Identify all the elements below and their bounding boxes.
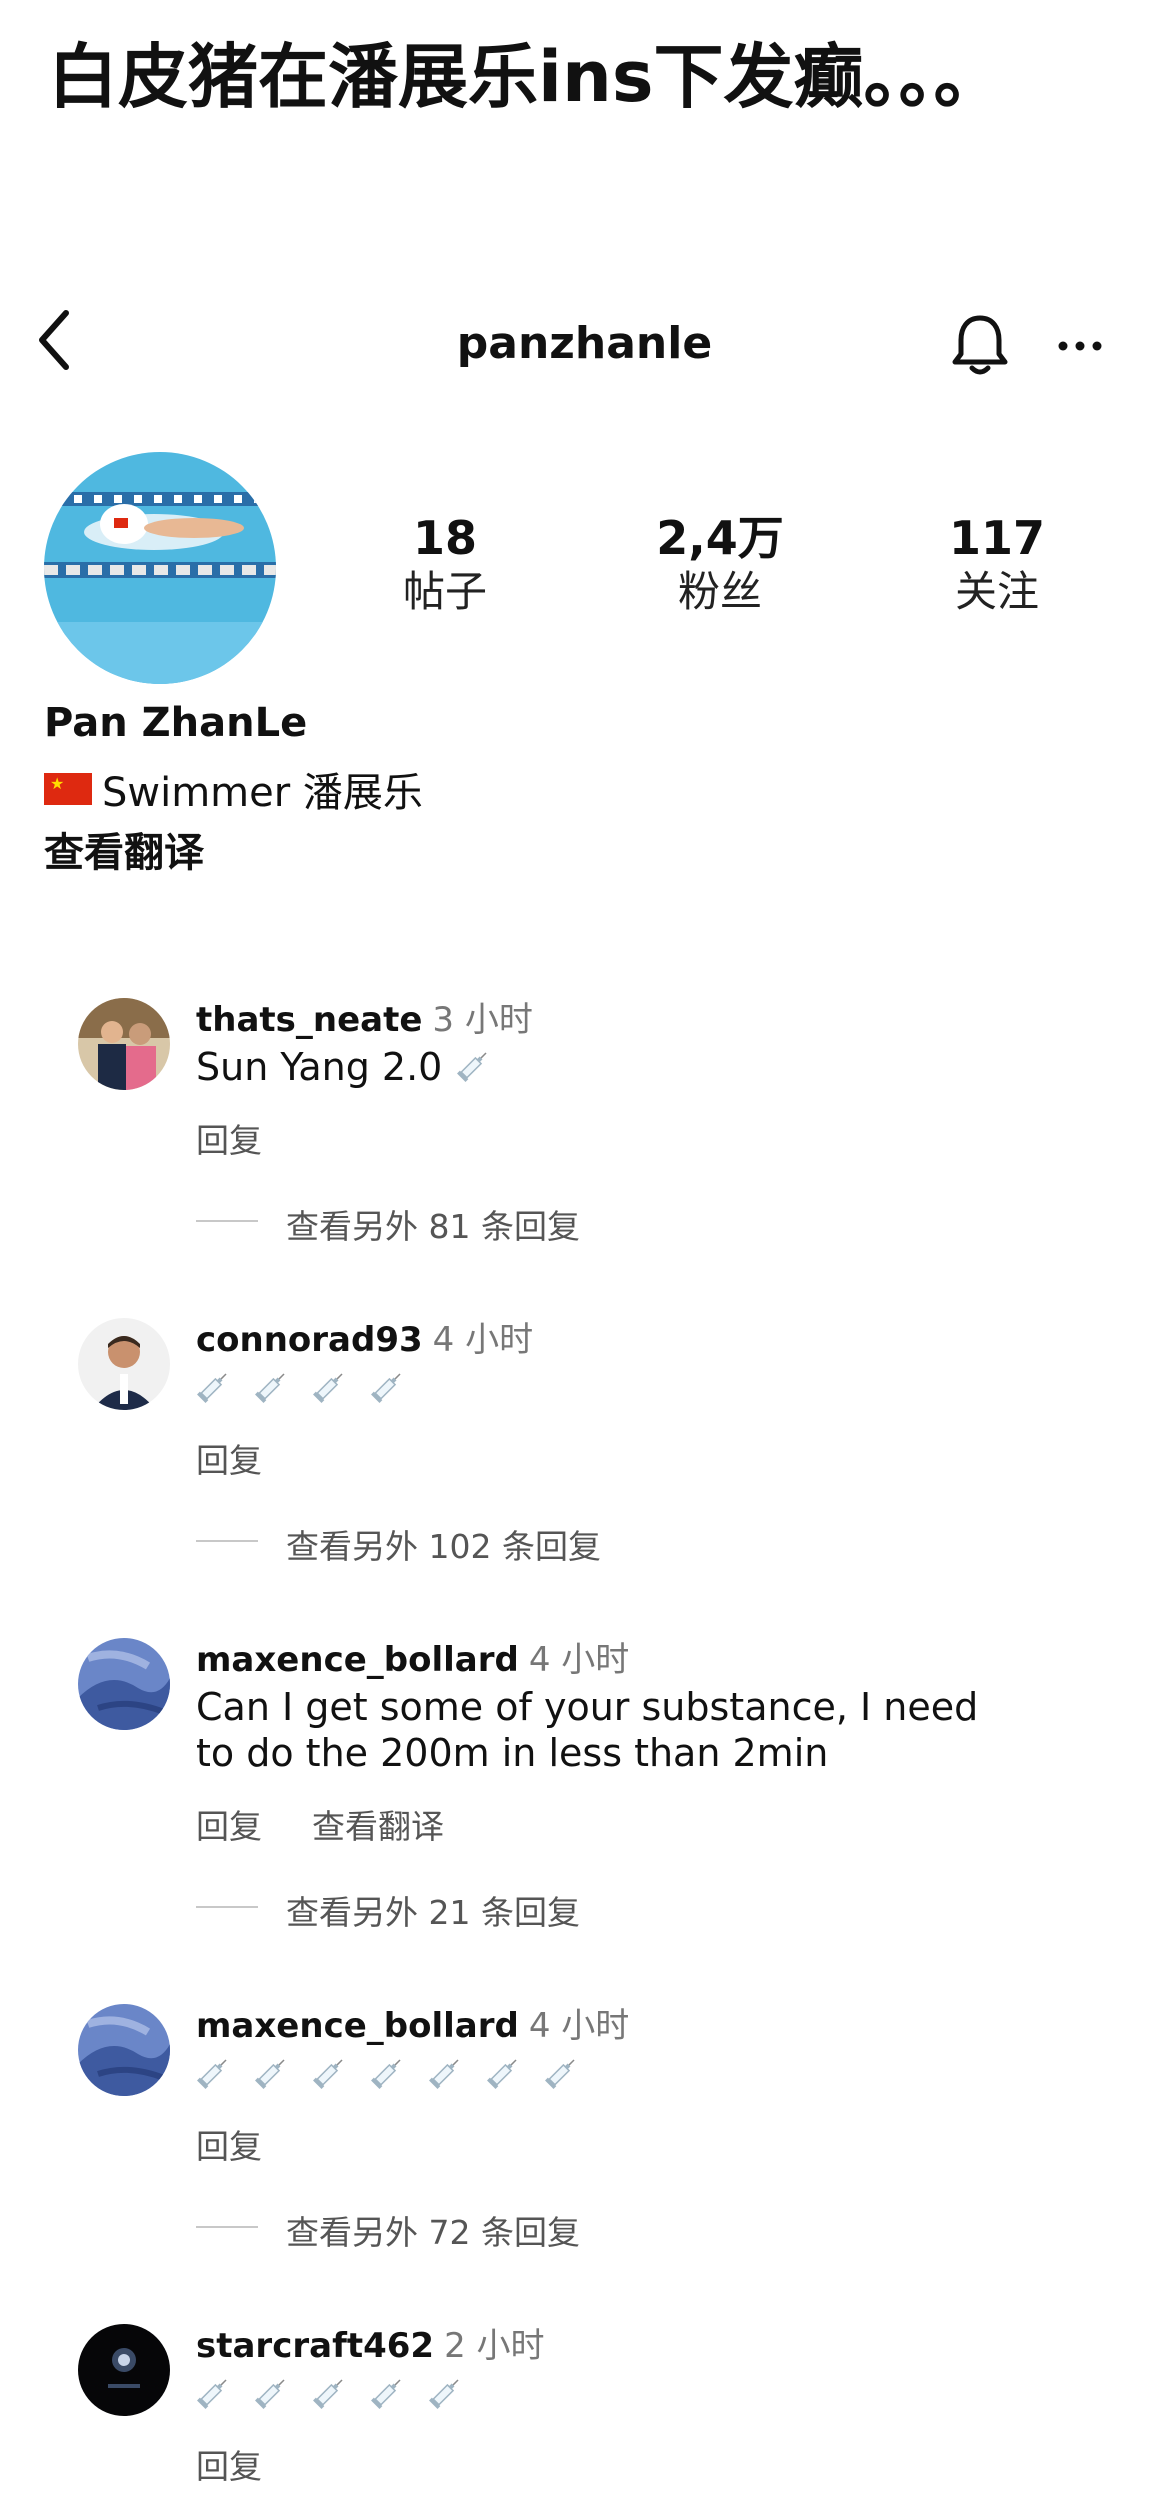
syringe-icon bbox=[544, 2054, 580, 2094]
syringe-icon bbox=[370, 1368, 406, 1408]
stat-posts-value: 18 bbox=[412, 511, 477, 565]
replies-divider bbox=[196, 2226, 258, 2228]
headline: 白皮猪在潘展乐ins下发癫。。。 bbox=[48, 36, 1004, 118]
syringe-icon bbox=[312, 2054, 348, 2094]
comment-avatar[interactable] bbox=[78, 1318, 170, 1410]
syringe-icon bbox=[254, 2374, 290, 2414]
comment-avatar[interactable] bbox=[78, 2004, 170, 2096]
comment-username[interactable]: maxence_bollard bbox=[196, 1640, 519, 1680]
comment-avatar[interactable] bbox=[78, 1638, 170, 1730]
comment-username[interactable]: connorad93 bbox=[196, 1320, 423, 1360]
comment-username[interactable]: maxence_bollard bbox=[196, 2006, 519, 2046]
view-more-replies-button[interactable]: 查看另外 102 条回复 bbox=[286, 1520, 601, 1568]
profile-bio: ★ Swimmer 潘展乐 bbox=[44, 760, 423, 818]
profile-avatar[interactable] bbox=[44, 452, 276, 684]
reply-button[interactable]: 回复 bbox=[196, 1434, 262, 1482]
comment-header: thats_neate 3 小时 bbox=[196, 992, 533, 1041]
comment-time: 4 小时 bbox=[528, 2006, 630, 2046]
comment-time: 3 小时 bbox=[432, 1000, 533, 1040]
syringe-icon bbox=[370, 2054, 406, 2094]
comment-time: 2 小时 bbox=[444, 2326, 545, 2366]
syringe-icon bbox=[428, 2054, 464, 2094]
bell-icon[interactable] bbox=[950, 310, 1010, 380]
comment-emoji-row bbox=[196, 2054, 580, 2094]
stat-following-value: 117 bbox=[948, 511, 1046, 565]
comment-time: 4 小时 bbox=[528, 1640, 630, 1680]
profile-bio-text: Swimmer 潘展乐 bbox=[102, 770, 423, 816]
view-more-replies-button[interactable]: 查看另外 72 条回复 bbox=[286, 2206, 580, 2254]
reply-button[interactable]: 回复 bbox=[196, 2120, 262, 2168]
comment-emoji-row bbox=[196, 1368, 406, 1408]
profile-name: Pan ZhanLe bbox=[44, 700, 308, 746]
reply-button[interactable]: 回复 bbox=[196, 1800, 262, 1848]
comment-emoji-row bbox=[196, 2374, 464, 2414]
syringe-icon bbox=[486, 2054, 522, 2094]
replies-divider bbox=[196, 1906, 258, 1908]
syringe-icon bbox=[456, 1047, 492, 1087]
reply-button[interactable]: 回复 bbox=[196, 2440, 262, 2488]
stat-followers-value: 2,4万 bbox=[656, 511, 784, 565]
comment-header: maxence_bollard 4 小时 bbox=[196, 1632, 629, 1681]
syringe-icon bbox=[254, 2054, 290, 2094]
more-icon[interactable] bbox=[1055, 326, 1105, 366]
view-more-replies-button[interactable]: 查看另外 21 条回复 bbox=[286, 1886, 580, 1934]
syringe-icon bbox=[196, 2374, 232, 2414]
comment-time: 4 小时 bbox=[432, 1320, 534, 1360]
view-more-replies-button[interactable]: 查看另外 81 条回复 bbox=[286, 1200, 580, 1248]
syringe-icon bbox=[428, 2374, 464, 2414]
syringe-icon bbox=[196, 2054, 232, 2094]
comment-avatar[interactable] bbox=[78, 998, 170, 1090]
syringe-icon bbox=[254, 1368, 290, 1408]
stat-followers[interactable]: 2,4万 粉丝 bbox=[620, 510, 820, 618]
syringe-icon bbox=[196, 1368, 232, 1408]
comment-header: maxence_bollard 4 小时 bbox=[196, 1998, 629, 2047]
comment-username[interactable]: starcraft462 bbox=[196, 2326, 434, 2366]
replies-divider bbox=[196, 1220, 258, 1222]
stat-posts[interactable]: 18 帖子 bbox=[345, 510, 545, 618]
syringe-icon bbox=[312, 1368, 348, 1408]
replies-divider bbox=[196, 1540, 258, 1542]
comment-header: starcraft462 2 小时 bbox=[196, 2318, 545, 2367]
stat-following[interactable]: 117 关注 bbox=[897, 510, 1097, 618]
syringe-icon bbox=[312, 2374, 348, 2414]
china-flag-icon: ★ bbox=[44, 773, 92, 805]
syringe-icon bbox=[370, 2374, 406, 2414]
comment-body: Sun Yang 2.0 bbox=[196, 1044, 492, 1090]
stat-followers-label: 粉丝 bbox=[677, 567, 762, 616]
comment-text: Can I get some of your substance, I need… bbox=[196, 1685, 979, 1775]
comment-avatar[interactable] bbox=[78, 2324, 170, 2416]
comment-username[interactable]: thats_neate bbox=[196, 1000, 422, 1040]
comment-text: Sun Yang 2.0 bbox=[196, 1045, 443, 1089]
see-translation-button[interactable]: 查看翻译 bbox=[44, 820, 204, 878]
stat-posts-label: 帖子 bbox=[402, 567, 487, 616]
see-translation-button[interactable]: 查看翻译 bbox=[312, 1800, 444, 1848]
comment-header: connorad93 4 小时 bbox=[196, 1312, 533, 1361]
reply-button[interactable]: 回复 bbox=[196, 1114, 262, 1162]
stat-following-label: 关注 bbox=[954, 567, 1039, 616]
